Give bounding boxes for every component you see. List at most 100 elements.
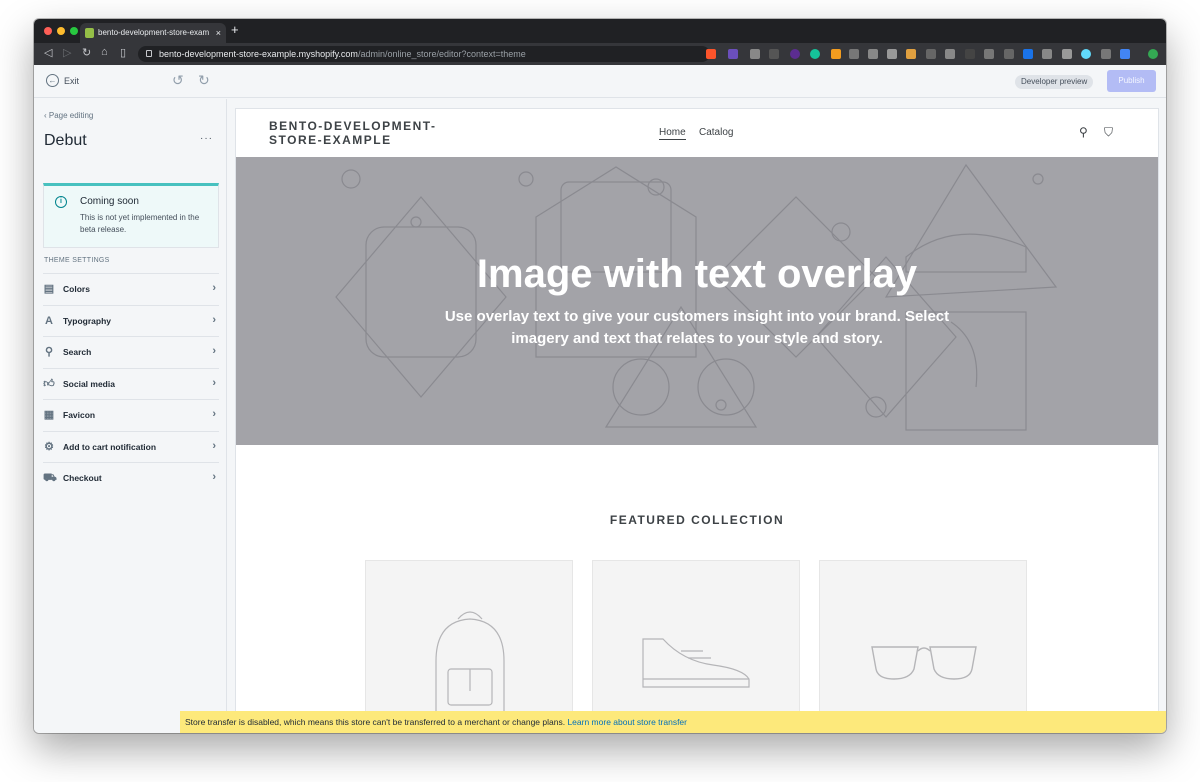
chevron-right-icon: › <box>212 313 216 326</box>
settings-item-colors[interactable]: ▤ Colors › <box>43 273 219 305</box>
cart-icon: ⛟ <box>43 472 57 484</box>
settings-item-label: Search <box>63 347 92 358</box>
profile-avatar-icon[interactable] <box>1148 49 1158 59</box>
featured-collection-title: FEATURED COLLECTION <box>609 513 785 527</box>
browser-tab-bar: bento-development-store-exam × + <box>34 19 1166 43</box>
backpack-icon <box>435 611 505 722</box>
theme-settings-heading: THEME SETTINGS <box>44 257 110 264</box>
editor-topbar: ← Exit ↺ ↻ Developer preview Publish <box>34 65 1166 98</box>
extension-icon[interactable] <box>1023 49 1033 59</box>
exit-arrow-icon: ← <box>46 74 59 87</box>
new-tab-button[interactable]: + <box>231 22 239 37</box>
product-card[interactable] <box>592 560 800 733</box>
settings-item-social-media[interactable]: 👍︎ Social media › <box>43 367 219 400</box>
react-devtools-icon[interactable] <box>1081 49 1091 59</box>
extension-icon[interactable] <box>1004 49 1014 59</box>
settings-item-typography[interactable]: A Typography › <box>43 304 219 337</box>
search-icon[interactable]: ⚲ <box>1079 125 1088 139</box>
url-path: /admin/online_store/editor?context=theme <box>357 49 526 59</box>
favicon-icon: ▦ <box>43 409 55 421</box>
notion-extension-icon[interactable] <box>750 49 760 59</box>
chevron-right-icon: › <box>212 439 216 452</box>
undo-icon[interactable]: ↺ <box>172 72 184 89</box>
tab-close-icon[interactable]: × <box>216 23 221 43</box>
extension-icon[interactable] <box>965 49 975 59</box>
nav-link-home[interactable]: Home <box>659 127 686 140</box>
close-window-button[interactable] <box>44 27 52 35</box>
back-arrow-icon[interactable]: ◁ <box>44 46 52 59</box>
zoom-window-button[interactable] <box>70 27 78 35</box>
store-transfer-notice: Store transfer is disabled, which means … <box>180 711 1166 733</box>
settings-item-label: Typography <box>63 315 112 326</box>
extension-icon[interactable] <box>1062 49 1072 59</box>
url-text: bento-development-store-example.myshopif… <box>159 46 526 62</box>
page-editing-back-link[interactable]: ‹ Page editing <box>44 111 93 120</box>
chevron-right-icon: › <box>212 471 216 483</box>
extension-icon[interactable] <box>769 49 779 59</box>
extension-icon[interactable] <box>887 49 897 59</box>
bookmark-icon[interactable]: ▯ <box>120 46 126 59</box>
extension-icon[interactable] <box>849 49 859 59</box>
redo-icon[interactable]: ↻ <box>198 72 210 89</box>
chevron-right-icon: › <box>212 282 216 294</box>
theme-settings-menu: ▤ Colors › A Typography › ⚲ Search › 👍︎ … <box>43 273 219 494</box>
chevron-right-icon: › <box>212 376 216 389</box>
theme-title: Debut <box>44 132 87 149</box>
notice-text: Store transfer is disabled, which means … <box>185 717 566 727</box>
forward-arrow-icon[interactable]: ▷ <box>63 46 71 59</box>
settings-item-label: Colors <box>63 284 90 295</box>
extension-icon[interactable] <box>984 49 994 59</box>
store-logo-text[interactable]: BENTO-DEVELOPMENT-STORE-EXAMPLE <box>269 119 459 147</box>
extension-icon[interactable] <box>831 49 841 59</box>
back-label: Page editing <box>48 111 94 120</box>
settings-item-add-to-cart[interactable]: ⚙ Add to cart notification › <box>43 430 219 463</box>
extension-icon[interactable] <box>790 49 800 59</box>
nav-link-catalog[interactable]: Catalog <box>699 127 733 138</box>
product-card[interactable] <box>819 560 1027 733</box>
extension-icon[interactable] <box>926 49 936 59</box>
settings-item-favicon[interactable]: ▦ Favicon › <box>43 399 219 431</box>
extension-icon[interactable] <box>1042 49 1052 59</box>
colors-icon: ▤ <box>43 283 55 295</box>
store-transfer-link[interactable]: Learn more about store transfer <box>567 717 687 727</box>
extension-icon[interactable] <box>728 49 738 59</box>
browser-tab[interactable]: bento-development-store-exam × <box>80 23 226 43</box>
grammarly-extension-icon[interactable] <box>810 49 820 59</box>
extension-icon[interactable] <box>1101 49 1111 59</box>
publish-button[interactable]: Publish <box>1107 70 1156 92</box>
hero-title: Image with text overlay <box>476 252 918 296</box>
extension-icon[interactable] <box>945 49 955 59</box>
banner-body: This is not yet implemented in the beta … <box>80 213 200 234</box>
hero-image-with-text: Image with text overlay Use overlay text… <box>236 157 1158 445</box>
shopping-bag-icon[interactable]: ⛉ <box>1104 125 1113 140</box>
more-actions-icon[interactable]: ··· <box>200 133 213 144</box>
extension-icon[interactable] <box>906 49 916 59</box>
lock-icon <box>146 50 152 57</box>
theme-settings-sidebar: ‹ Page editing Debut ··· i Coming soon T… <box>34 99 227 733</box>
glasses-icon <box>871 646 977 680</box>
browser-toolbar: ◁ ▷ ↻ ⌂ ▯ bento-development-store-exampl… <box>34 43 1166 65</box>
chevron-right-icon: › <box>212 345 216 357</box>
translate-extension-icon[interactable] <box>1120 49 1130 59</box>
minimize-window-button[interactable] <box>57 27 65 35</box>
settings-item-label: Favicon <box>63 410 96 421</box>
chevron-right-icon: › <box>212 408 216 420</box>
banner-title: Coming soon <box>80 196 139 207</box>
brave-extension-icon[interactable] <box>706 49 716 59</box>
reload-icon[interactable]: ↻ <box>82 46 91 59</box>
settings-item-search[interactable]: ⚲ Search › <box>43 336 219 368</box>
settings-item-label: Checkout <box>63 473 102 484</box>
search-icon: ⚲ <box>44 346 54 358</box>
address-bar[interactable]: bento-development-store-example.myshopif… <box>138 46 710 62</box>
settings-item-checkout[interactable]: ⛟ Checkout › <box>43 462 219 494</box>
settings-item-label: Add to cart notification <box>63 441 157 452</box>
developer-preview-badge: Developer preview <box>1015 75 1094 89</box>
product-card[interactable] <box>365 560 573 733</box>
tab-title: bento-development-store-exam <box>98 28 210 37</box>
extension-icon[interactable] <box>868 49 878 59</box>
store-preview-frame: BENTO-DEVELOPMENT-STORE-EXAMPLE Home Cat… <box>236 109 1158 733</box>
exit-button[interactable]: ← Exit <box>46 74 79 87</box>
home-icon[interactable]: ⌂ <box>101 46 108 58</box>
coming-soon-banner: i Coming soon This is not yet implemente… <box>43 183 219 248</box>
gear-icon: ⚙ <box>44 440 54 453</box>
